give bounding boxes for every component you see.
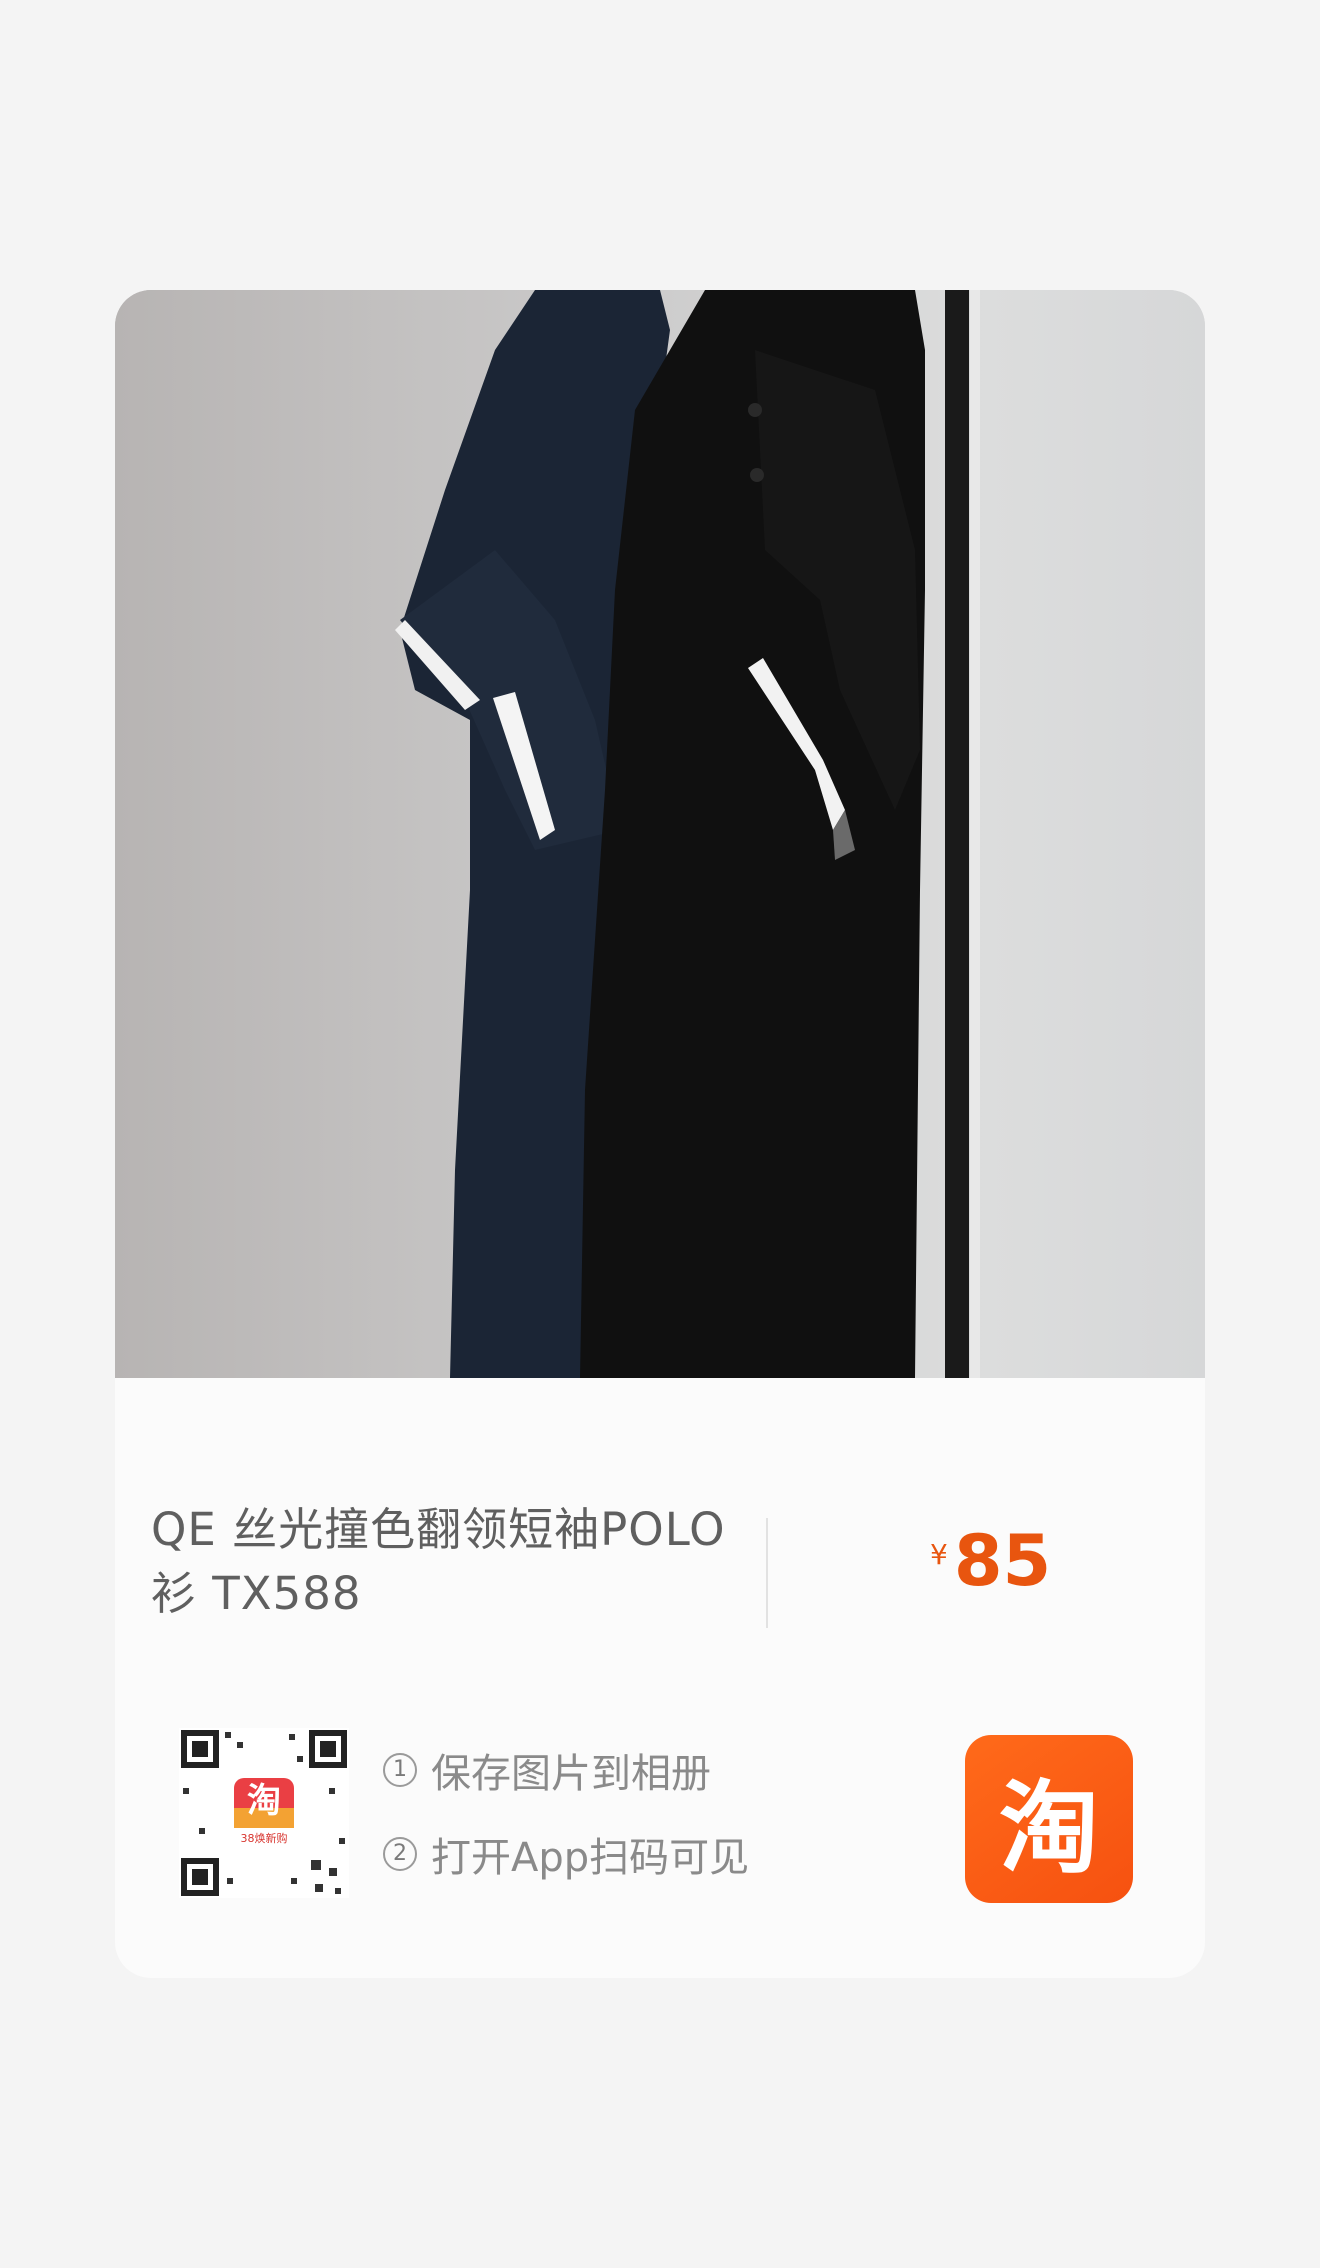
product-title[interactable]: QE 丝光撞色翻领短袖POLO衫 TX588 <box>151 1498 731 1626</box>
taobao-logo-icon: 淘 <box>999 1769 1099 1887</box>
step-open-app: 2 打开App扫码可见 <box>383 1824 749 1884</box>
scan-instructions: 1 保存图片到相册 2 打开App扫码可见 <box>383 1740 749 1908</box>
step-number: 1 <box>383 1753 417 1787</box>
product-photo[interactable] <box>115 290 1205 1378</box>
price-amount: 85 <box>953 1520 1052 1602</box>
step-number: 2 <box>383 1837 417 1871</box>
qr-badge-text: 淘 <box>247 1781 281 1821</box>
product-share-card: QE 丝光撞色翻领短袖POLO衫 TX588 ¥85 淘 38焕新购 1 保存图… <box>115 290 1205 1978</box>
divider <box>766 1518 768 1628</box>
product-photo-art <box>115 290 1205 1378</box>
price-currency: ¥ <box>930 1538 948 1571</box>
taobao-app-button[interactable]: 淘 <box>965 1735 1133 1903</box>
product-info: QE 丝光撞色翻领短袖POLO衫 TX588 ¥85 淘 38焕新购 1 保存图… <box>115 1378 1205 1978</box>
step-text: 打开App扫码可见 <box>431 1835 750 1881</box>
qr-badge-caption: 38焕新购 <box>241 1831 288 1845</box>
product-price: ¥85 <box>930 1520 1051 1602</box>
step-text: 保存图片到相册 <box>431 1751 711 1797</box>
qr-code: 淘 38焕新购 <box>179 1728 349 1898</box>
step-save-image: 1 保存图片到相册 <box>383 1740 749 1800</box>
qr-code-art: 淘 38焕新购 <box>179 1728 349 1898</box>
